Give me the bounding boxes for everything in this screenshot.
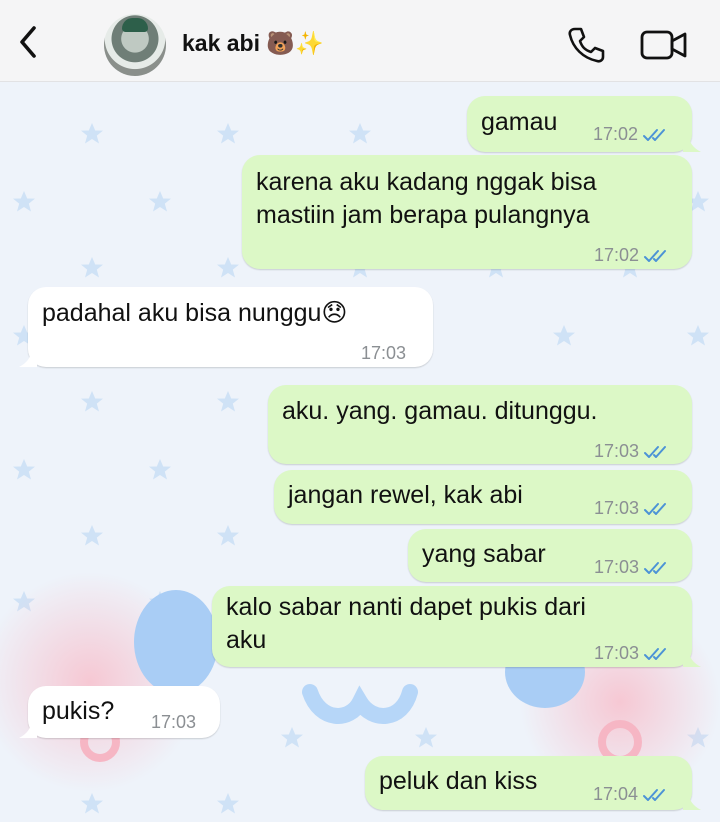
message-time: 17:03 bbox=[594, 643, 640, 663]
message-text: aku. yang. gamau. ditunggu. bbox=[282, 397, 598, 425]
message-meta: 17:04 bbox=[593, 778, 670, 811]
message-time: 17:03 bbox=[151, 712, 197, 732]
message-bubble-outgoing[interactable]: jangan rewel, kak abi 17:03 bbox=[274, 470, 692, 524]
message-text: yang sabar bbox=[422, 540, 546, 568]
phone-icon bbox=[568, 27, 605, 63]
message-time: 17:02 bbox=[593, 124, 639, 144]
message-meta: 17:03 bbox=[151, 706, 196, 739]
message-time: 17:03 bbox=[594, 441, 640, 461]
message-meta: 17:02 bbox=[594, 239, 671, 272]
bubble-tail bbox=[19, 722, 37, 738]
message-time: 17:04 bbox=[593, 784, 639, 804]
double-check-icon bbox=[644, 249, 667, 262]
bubble-tail bbox=[683, 136, 701, 152]
video-call-button[interactable] bbox=[640, 29, 688, 61]
contact-name[interactable]: kak abi 🐻✨ bbox=[182, 30, 324, 57]
double-check-icon bbox=[643, 128, 666, 141]
message-meta: 17:03 bbox=[594, 435, 671, 468]
message-meta: 17:02 bbox=[593, 118, 670, 151]
message-bubble-outgoing[interactable]: yang sabar 17:03 bbox=[408, 529, 692, 582]
video-camera-icon bbox=[640, 30, 687, 60]
message-bubble-outgoing[interactable]: karena aku kadang nggak bisa mastiin jam… bbox=[242, 155, 692, 269]
message-text: peluk dan kiss bbox=[379, 767, 538, 795]
bubble-tail bbox=[683, 651, 701, 667]
double-check-icon bbox=[643, 788, 666, 801]
message-bubble-outgoing[interactable]: gamau 17:02 bbox=[467, 96, 701, 152]
message-text: kalo sabar nanti dapet pukis dari aku bbox=[226, 593, 586, 654]
message-bubble-outgoing[interactable]: peluk dan kiss 17:04 bbox=[365, 756, 701, 811]
message-time: 17:03 bbox=[361, 343, 407, 363]
message-bubble-incoming[interactable]: padahal aku bisa nunggu😞 17:03 bbox=[19, 287, 433, 370]
message-text: pukis? bbox=[42, 697, 115, 725]
message-meta: 17:03 bbox=[594, 551, 671, 584]
chevron-left-icon bbox=[20, 26, 36, 58]
double-check-icon bbox=[644, 647, 667, 660]
double-check-icon bbox=[644, 445, 667, 458]
message-text: padahal aku bisa nunggu😞 bbox=[42, 299, 348, 327]
message-time: 17:03 bbox=[594, 498, 640, 518]
chat-header: kak abi 🐻✨ bbox=[0, 0, 720, 82]
message-meta: 17:03 bbox=[361, 337, 406, 370]
message-bubble-outgoing[interactable]: aku. yang. gamau. ditunggu. 17:03 bbox=[268, 385, 692, 464]
message-text: karena aku kadang nggak bisa mastiin jam… bbox=[256, 168, 597, 229]
double-check-icon bbox=[644, 561, 667, 574]
voice-call-button[interactable] bbox=[566, 25, 606, 65]
bubble-tail bbox=[683, 794, 701, 810]
message-text: jangan rewel, kak abi bbox=[288, 481, 523, 509]
message-meta: 17:03 bbox=[594, 637, 671, 670]
bubble-tail bbox=[19, 351, 37, 367]
message-time: 17:02 bbox=[594, 245, 640, 265]
back-button[interactable] bbox=[8, 22, 48, 62]
message-time: 17:03 bbox=[594, 557, 640, 577]
contact-avatar[interactable] bbox=[104, 14, 166, 76]
message-bubble-outgoing[interactable]: kalo sabar nanti dapet pukis dari aku 17… bbox=[212, 586, 701, 670]
message-meta: 17:03 bbox=[594, 492, 671, 525]
message-text: gamau bbox=[481, 108, 558, 136]
message-bubble-incoming[interactable]: pukis? 17:03 bbox=[19, 686, 220, 739]
double-check-icon bbox=[644, 502, 667, 515]
